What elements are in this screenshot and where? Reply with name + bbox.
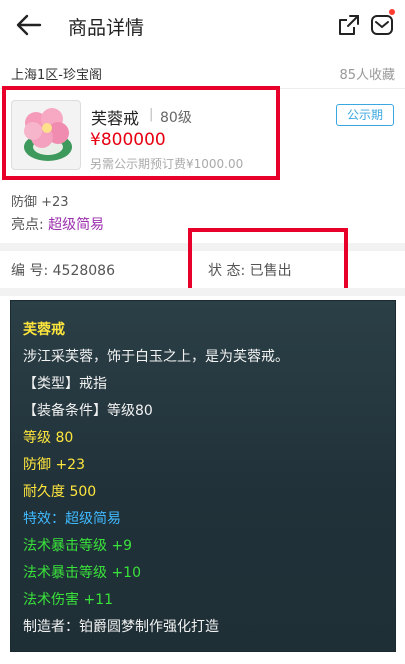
annotation-box-item bbox=[2, 86, 280, 180]
detail-stat: 法术伤害 +11 bbox=[23, 592, 113, 608]
detail-maker: 制造者：铂爵圆梦制作强化打造 bbox=[23, 619, 219, 635]
id-label: 编 号: bbox=[11, 263, 49, 279]
highlight-row: 亮点: 超级简易 bbox=[11, 214, 104, 234]
item-id-row: 编 号: 4528086 bbox=[11, 260, 115, 280]
detail-description: 涉江采芙蓉，饰于白玉之上，是为芙蓉戒。 bbox=[23, 349, 289, 365]
detail-defense: 防御 +23 bbox=[23, 457, 85, 473]
defense-attr: 防御 +23 bbox=[11, 195, 69, 210]
id-value: 4528086 bbox=[52, 263, 115, 279]
annotation-box-status bbox=[188, 228, 348, 294]
detail-type: 【类型】戒指 bbox=[23, 376, 107, 392]
notification-dot bbox=[389, 9, 395, 15]
detail-name: 芙蓉戒 bbox=[23, 322, 65, 338]
message-icon[interactable] bbox=[370, 13, 394, 37]
detail-stat: 法术暴击等级 +10 bbox=[23, 565, 141, 581]
detail-special-effect: 特效：超级简易 bbox=[23, 511, 121, 527]
seller-row: 上海1区-珍宝阁 85人收藏 bbox=[0, 58, 405, 89]
item-detail-panel: 芙蓉戒 涉江采芙蓉，饰于白玉之上，是为芙蓉戒。 【类型】戒指 【装备条件】等级8… bbox=[10, 300, 396, 652]
share-icon[interactable] bbox=[338, 14, 360, 36]
page-title: 商品详情 bbox=[68, 17, 145, 39]
highlight-label: 亮点: bbox=[11, 217, 44, 233]
detail-stat: 法术暴击等级 +9 bbox=[23, 538, 133, 554]
highlight-value: 超级简易 bbox=[48, 217, 105, 233]
publicity-badge[interactable]: 公示期 bbox=[336, 104, 394, 126]
detail-durability: 耐久度 500 bbox=[23, 484, 97, 500]
detail-level: 等级 80 bbox=[23, 430, 74, 446]
section-divider bbox=[0, 288, 405, 296]
detail-requirement: 【装备条件】等级80 bbox=[23, 403, 153, 419]
back-arrow-icon[interactable] bbox=[14, 12, 44, 38]
top-bar: 商品详情 bbox=[0, 0, 405, 52]
favorite-count: 85人收藏 bbox=[339, 68, 395, 83]
server-name[interactable]: 上海1区-珍宝阁 bbox=[11, 64, 102, 83]
